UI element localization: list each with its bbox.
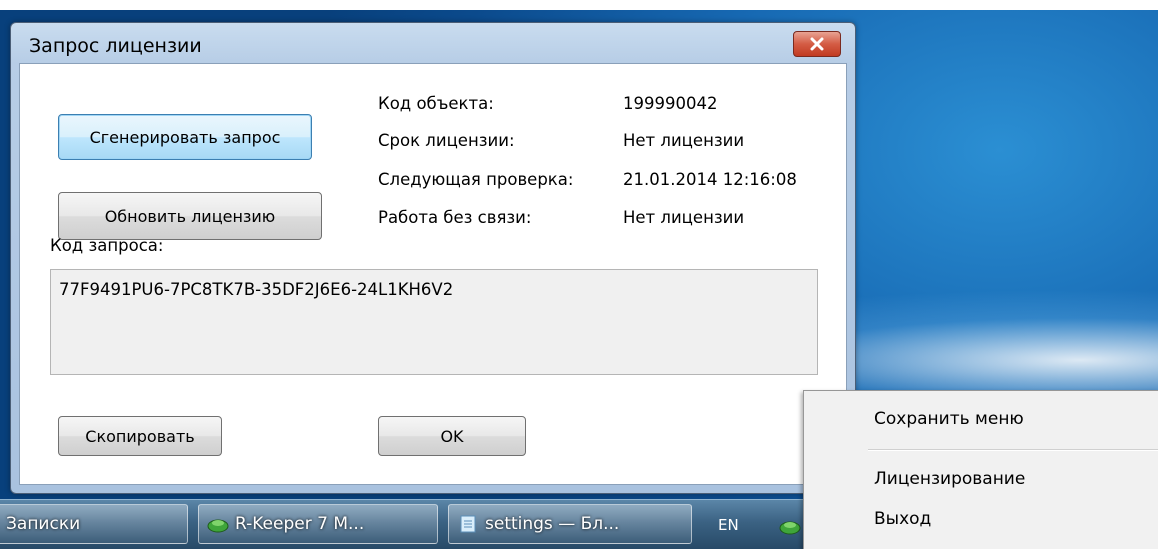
language-indicator[interactable]: EN bbox=[718, 516, 739, 534]
taskbar-item-label: Записки bbox=[6, 514, 81, 534]
offline-work-label: Работа без связи: bbox=[378, 208, 532, 227]
top-strip bbox=[0, 0, 1158, 10]
menu-item-save-menu[interactable]: Сохранить меню bbox=[874, 409, 1024, 429]
close-icon bbox=[810, 37, 824, 51]
object-code-label: Код объекта: bbox=[378, 94, 494, 113]
notepad-icon bbox=[460, 515, 476, 533]
license-term-label: Срок лицензии: bbox=[378, 131, 515, 150]
dialog-title: Запрос лицензии bbox=[29, 35, 202, 57]
dialog-content: Сгенерировать запрос Обновить лицензию К… bbox=[19, 63, 847, 485]
refresh-license-button[interactable]: Обновить лицензию bbox=[58, 192, 322, 240]
menu-separator bbox=[868, 449, 1158, 451]
next-check-label: Следующая проверка: bbox=[378, 170, 574, 189]
taskbar-item-rkeeper[interactable]: R-Keeper 7 M... bbox=[198, 504, 438, 544]
ok-button[interactable]: OK bbox=[378, 416, 526, 456]
copy-button[interactable]: Скопировать bbox=[58, 416, 222, 456]
license-request-dialog: Запрос лицензии Сгенерировать запрос Обн… bbox=[10, 22, 856, 494]
tray-context-menu: Сохранить меню Лицензирование Выход bbox=[803, 390, 1158, 549]
taskbar-item-label: settings — Бл... bbox=[485, 514, 620, 534]
request-code-field[interactable]: 77F9491PU6-7PC8TK7B-35DF2J6E6-24L1KH6V2 bbox=[50, 269, 818, 375]
next-check-value: 21.01.2014 12:16:08 bbox=[623, 170, 797, 189]
taskbar-item-label: R-Keeper 7 M... bbox=[235, 514, 365, 534]
generate-request-button[interactable]: Сгенерировать запрос bbox=[58, 114, 312, 160]
rkeeper-tray-icon[interactable] bbox=[778, 514, 802, 536]
taskbar-item-notes[interactable]: Записки bbox=[0, 504, 188, 544]
rkeeper-icon bbox=[207, 519, 229, 533]
close-button[interactable] bbox=[793, 31, 841, 57]
taskbar-item-notepad[interactable]: settings — Бл... bbox=[448, 504, 692, 544]
object-code-value: 199990042 bbox=[623, 94, 718, 113]
menu-item-licensing[interactable]: Лицензирование bbox=[874, 469, 1025, 489]
request-code-text: 77F9491PU6-7PC8TK7B-35DF2J6E6-24L1KH6V2 bbox=[59, 280, 454, 299]
license-term-value: Нет лицензии bbox=[623, 131, 745, 150]
offline-work-value: Нет лицензии bbox=[623, 208, 745, 227]
menu-item-exit[interactable]: Выход bbox=[874, 509, 931, 529]
request-code-label: Код запроса: bbox=[50, 236, 164, 255]
